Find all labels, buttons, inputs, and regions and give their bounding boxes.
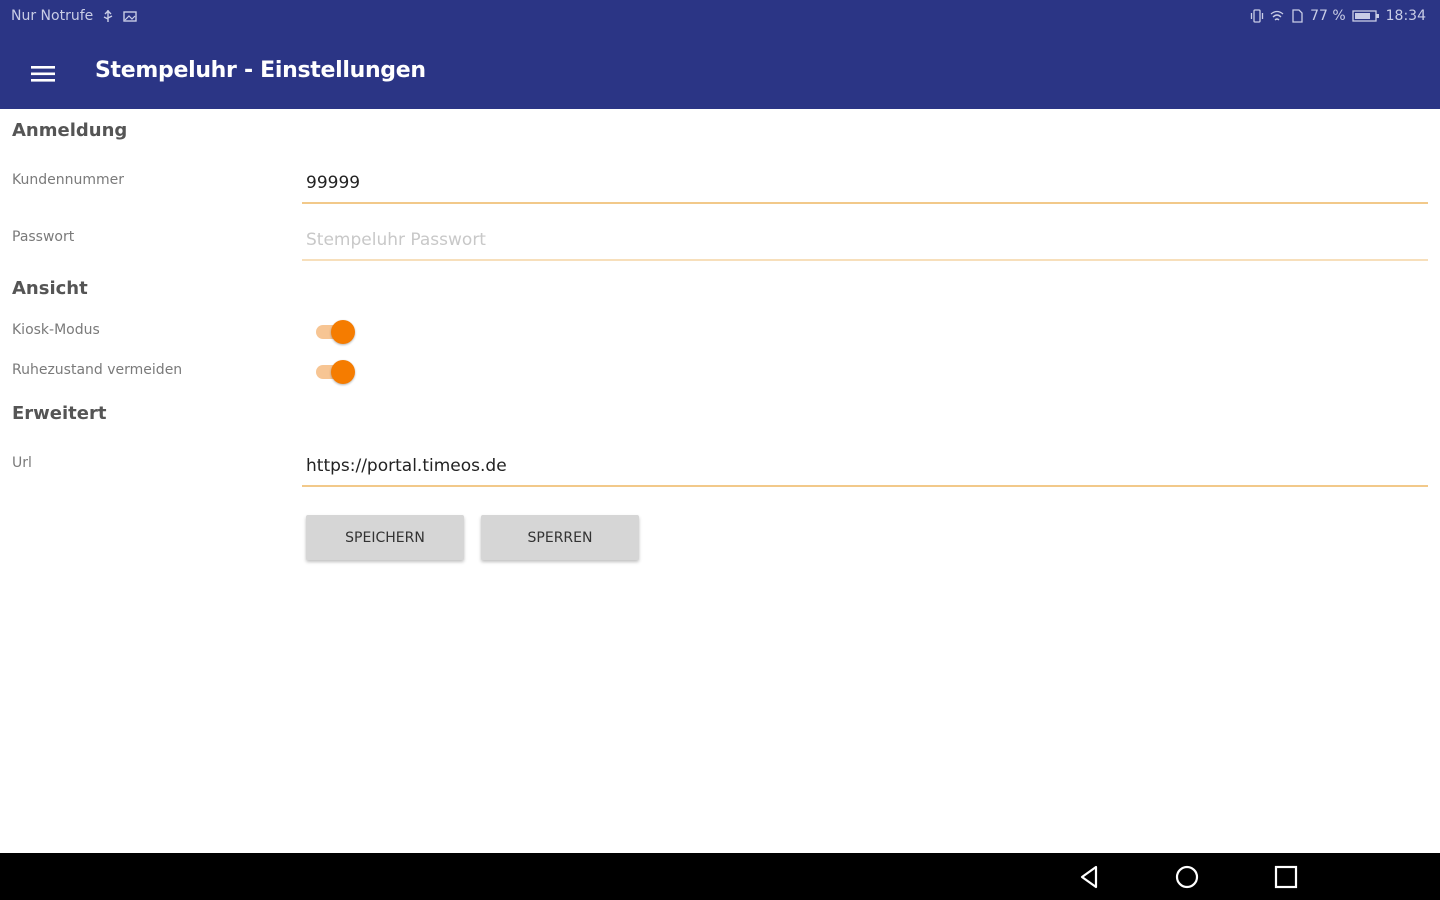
password-label: Passwort xyxy=(12,229,75,245)
customer-number-label: Kundennummer xyxy=(12,172,124,188)
section-title-view: Ansicht xyxy=(12,278,88,299)
section-title-advanced: Erweitert xyxy=(12,403,107,424)
kiosk-mode-toggle[interactable] xyxy=(314,319,356,345)
sim-icon xyxy=(1292,9,1303,23)
clock: 18:34 xyxy=(1385,8,1426,24)
menu-button[interactable] xyxy=(27,58,59,90)
home-icon[interactable] xyxy=(1173,863,1201,891)
wifi-icon xyxy=(1270,10,1284,21)
url-label: Url xyxy=(12,455,32,471)
usb-icon xyxy=(103,10,113,22)
battery-percent: 77 % xyxy=(1310,8,1346,24)
page-title: Stempeluhr - Einstellungen xyxy=(95,58,426,83)
toggle-thumb xyxy=(331,360,355,384)
avoid-sleep-label: Ruhezustand vermeiden xyxy=(12,362,183,378)
save-button[interactable]: SPEICHERN xyxy=(306,515,464,560)
customer-number-input[interactable] xyxy=(302,164,1428,204)
lock-button[interactable]: SPERREN xyxy=(481,515,639,560)
password-input[interactable] xyxy=(302,221,1428,261)
kiosk-mode-label: Kiosk-Modus xyxy=(12,322,100,338)
navigation-bar xyxy=(0,853,1440,900)
app-bar: Stempeluhr - Einstellungen xyxy=(0,36,1440,109)
status-right: 77 % 18:34 xyxy=(1250,8,1426,24)
status-bar: Nur Notrufe 77 % 18:34 xyxy=(0,0,1440,36)
back-icon[interactable] xyxy=(1076,863,1104,891)
section-title-login: Anmeldung xyxy=(12,120,128,141)
avoid-sleep-toggle[interactable] xyxy=(314,359,356,385)
vibrate-icon xyxy=(1250,9,1264,23)
recents-icon[interactable] xyxy=(1272,863,1300,891)
image-icon xyxy=(123,11,137,22)
battery-icon xyxy=(1351,10,1379,22)
toggle-thumb xyxy=(331,320,355,344)
status-left: Nur Notrufe xyxy=(11,8,137,24)
hamburger-menu-icon xyxy=(31,66,55,82)
url-input[interactable] xyxy=(302,447,1428,487)
carrier-text: Nur Notrufe xyxy=(11,8,94,24)
